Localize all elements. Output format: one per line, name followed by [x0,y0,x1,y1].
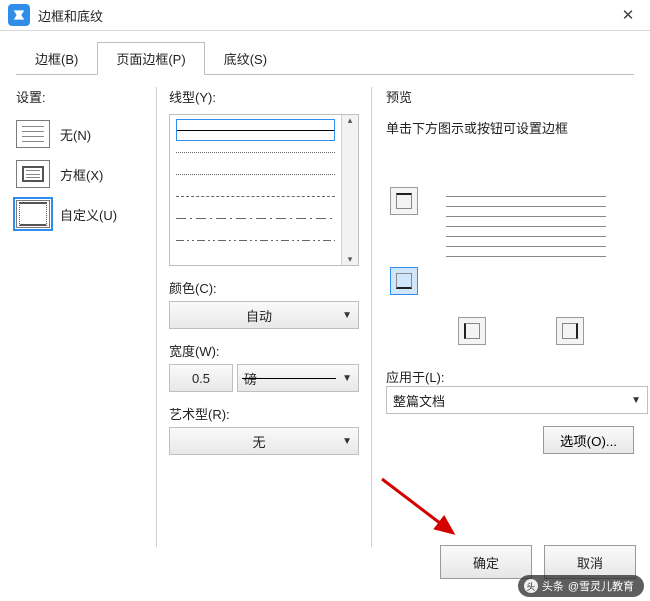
art-value: 无 [176,432,342,451]
chevron-down-icon: ▼ [342,373,352,384]
chevron-down-icon: ▼ [342,436,352,447]
linestyle-scrollbar[interactable]: ▴ ▾ [341,115,358,265]
border-bottom-button[interactable] [390,267,418,295]
tab-shading[interactable]: 底纹(S) [205,42,286,75]
tab-borders[interactable]: 边框(B) [16,42,97,75]
width-label: 宽度(W): [169,341,359,360]
linestyle-dashdotdot[interactable] [176,229,335,251]
linestyle-list[interactable]: ▴ ▾ [169,114,359,266]
color-label: 颜色(C): [169,278,359,297]
wps-app-icon [8,4,30,26]
setting-box-label: 方框(X) [60,165,103,184]
setting-custom-label: 自定义(U) [60,205,117,224]
dialog-title: 边框和底纹 [38,6,606,25]
art-label: 艺术型(R): [169,404,359,423]
settings-label: 设置: [16,87,156,106]
chevron-down-icon: ▼ [342,310,352,321]
dialog-window: 边框和底纹 ✕ 边框(B) 页面边框(P) 底纹(S) 设置: 无(N) 方框(… [0,0,650,601]
chevron-down-icon: ▼ [631,395,641,406]
border-left-button[interactable] [458,317,486,345]
scroll-up-icon[interactable]: ▴ [348,115,353,126]
watermark-prefix: 头条 [542,578,564,594]
border-right-button[interactable] [556,317,584,345]
preview-label: 预览 [386,87,634,106]
preview-area [386,157,634,327]
linestyle-items [170,115,341,265]
style-column: 线型(Y): ▴ ▾ 颜色(C): 自动 ▼ [156,87,372,547]
width-value: 0.5 [176,371,226,386]
close-icon[interactable]: ✕ [606,0,650,30]
apply-to-value: 整篇文档 [393,391,631,410]
setting-none-label: 无(N) [60,125,91,144]
linestyle-solid[interactable] [176,119,335,141]
linestyle-dashed[interactable] [176,185,335,207]
preview-column: 预览 单击下方图示或按钮可设置边框 应用于(L): 整篇文档 ▼ 选项(O)..… [372,87,634,547]
apply-to-label: 应用于(L): [386,367,634,386]
setting-box[interactable]: 方框(X) [16,160,156,188]
watermark-author: @雪灵儿教育 [568,578,634,594]
setting-none[interactable]: 无(N) [16,120,156,148]
options-button[interactable]: 选项(O)... [543,426,634,454]
color-dropdown[interactable]: 自动 ▼ [169,301,359,329]
width-spinner[interactable]: 0.5 [169,364,233,392]
dialog-body: 设置: 无(N) 方框(X) 自定义(U) [0,75,650,547]
art-dropdown[interactable]: 无 ▼ [169,427,359,455]
settings-column: 设置: 无(N) 方框(X) 自定义(U) [16,87,156,547]
watermark-avatar-icon: 头 [524,579,538,593]
linestyle-dashdot[interactable] [176,207,335,229]
apply-to-dropdown[interactable]: 整篇文档 ▼ [386,386,648,414]
ok-button[interactable]: 确定 [440,545,532,579]
linestyle-dotted[interactable] [176,163,335,185]
dialog-footer: 确定 取消 [440,545,636,579]
scroll-down-icon[interactable]: ▾ [348,254,353,265]
linestyle-dotted-fine[interactable] [176,141,335,163]
tab-page-border[interactable]: 页面边框(P) [97,42,204,75]
titlebar: 边框和底纹 ✕ [0,0,650,31]
width-unit-dropdown[interactable]: 磅 ▼ [237,364,359,392]
preview-hint: 单击下方图示或按钮可设置边框 [386,118,634,137]
tab-strip: 边框(B) 页面边框(P) 底纹(S) [0,31,650,74]
border-top-button[interactable] [390,187,418,215]
preview-page [446,187,606,307]
setting-custom[interactable]: 自定义(U) [16,200,156,228]
setting-none-icon [16,120,50,148]
linestyle-label: 线型(Y): [169,87,359,106]
setting-box-icon [16,160,50,188]
cancel-button[interactable]: 取消 [544,545,636,579]
width-unit: 磅 [244,369,257,388]
watermark-badge: 头 头条 @雪灵儿教育 [518,575,644,597]
setting-custom-icon [16,200,50,228]
color-value: 自动 [176,306,342,325]
